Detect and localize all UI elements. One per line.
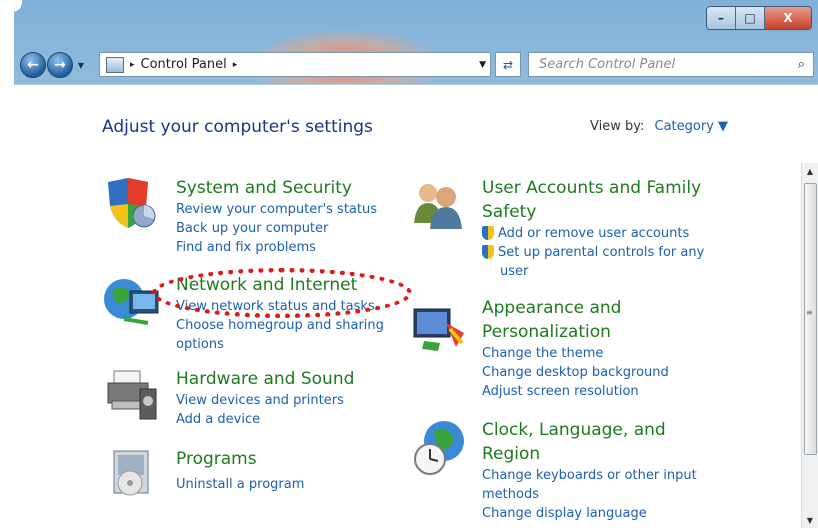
display-language-link[interactable]: Change display language (482, 504, 697, 523)
review-status-link[interactable]: Review your computer's status (176, 200, 377, 219)
control-panel-icon (106, 56, 124, 73)
devices-printers-link[interactable]: View devices and printers (176, 391, 354, 410)
hardware-sound-category: Hardware and Sound View devices and prin… (176, 367, 354, 429)
parental-controls-link[interactable]: Set up parental controls for any (482, 243, 704, 262)
top-left-corner (0, 0, 22, 12)
minimize-button[interactable]: – (707, 7, 736, 29)
change-theme-link[interactable]: Change the theme (482, 344, 669, 363)
left-edge (0, 0, 14, 528)
user-accounts-title[interactable]: User Accounts and Family (482, 176, 704, 200)
desktop-background-link[interactable]: Change desktop background (482, 363, 669, 382)
caption-buttons: – □ X (706, 6, 812, 30)
clock-language-category: Clock, Language, and Region Change keybo… (482, 418, 697, 523)
appearance-monitor-icon[interactable] (410, 303, 468, 359)
view-by-label: View by: (590, 119, 645, 134)
user-accounts-category: User Accounts and Family Safety Add or r… (482, 176, 704, 281)
add-device-link[interactable]: Add a device (176, 410, 354, 429)
shield-icon[interactable] (102, 176, 158, 232)
address-dropdown-icon[interactable]: ▼ (479, 60, 486, 70)
refresh-icon: ⇄ (502, 57, 514, 72)
hardware-sound-title[interactable]: Hardware and Sound (176, 367, 354, 391)
homegroup-sharing-link-continued[interactable]: options (176, 335, 384, 354)
forward-button[interactable]: → (47, 52, 73, 78)
view-by-value[interactable]: Category (655, 119, 714, 134)
change-keyboards-link-continued[interactable]: methods (482, 485, 697, 504)
refresh-button[interactable]: ⇄ (495, 52, 521, 77)
view-by-dropdown[interactable]: Category ▼ (655, 119, 729, 134)
system-security-category: System and Security Review your computer… (176, 176, 377, 257)
parental-controls-text[interactable]: Set up parental controls for any (498, 243, 704, 262)
maximize-button[interactable]: □ (736, 7, 765, 29)
view-by: View by: Category ▼ (590, 119, 728, 134)
appearance-category: Appearance and Personalization Change th… (482, 296, 669, 401)
back-up-link[interactable]: Back up your computer (176, 219, 377, 238)
close-button[interactable]: X (765, 7, 811, 29)
red-dotted-highlight (152, 268, 412, 318)
scroll-up-icon[interactable]: ▲ (802, 167, 818, 176)
scroll-down-icon[interactable]: ▼ (802, 516, 818, 525)
programs-box-icon[interactable] (108, 445, 158, 501)
users-icon[interactable] (410, 177, 464, 231)
change-keyboards-link[interactable]: Change keyboards or other input (482, 466, 697, 485)
back-button[interactable]: ← (20, 52, 46, 78)
programs-category: Programs Uninstall a program (176, 447, 304, 494)
chevron-down-icon[interactable]: ▼ (718, 119, 728, 134)
appearance-title-line2[interactable]: Personalization (482, 320, 669, 344)
clock-language-title[interactable]: Clock, Language, and (482, 418, 697, 442)
page-title: Adjust your computer's settings (102, 117, 373, 137)
clock-globe-icon[interactable] (410, 419, 468, 479)
search-box[interactable]: Search Control Panel ⌕ (528, 52, 814, 77)
network-globe-icon[interactable] (102, 273, 162, 329)
navigation-buttons: ← → ▼ (20, 52, 86, 78)
breadcrumb-separator-icon[interactable]: ▸ (130, 60, 135, 70)
vertical-scrollbar[interactable]: ▲ ≡ ▼ (801, 163, 818, 528)
scroll-grip-icon: ≡ (806, 308, 813, 317)
search-input[interactable]: Search Control Panel (539, 57, 798, 72)
user-accounts-title-line2[interactable]: Safety (482, 200, 704, 224)
system-security-title[interactable]: System and Security (176, 176, 377, 200)
screen-resolution-link[interactable]: Adjust screen resolution (482, 382, 669, 401)
recent-pages-dropdown[interactable]: ▼ (76, 61, 86, 70)
clock-language-title-line2[interactable]: Region (482, 442, 697, 466)
printer-icon[interactable] (104, 367, 160, 423)
appearance-title[interactable]: Appearance and (482, 296, 669, 320)
search-icon[interactable]: ⌕ (798, 57, 805, 72)
add-remove-accounts-link[interactable]: Add or remove user accounts (482, 224, 704, 243)
uac-shield-icon (482, 245, 494, 259)
find-fix-problems-link[interactable]: Find and fix problems (176, 238, 377, 257)
uninstall-program-link[interactable]: Uninstall a program (176, 475, 304, 494)
scroll-thumb[interactable] (804, 183, 817, 455)
breadcrumb-chevron-icon[interactable]: ▸ (233, 60, 238, 70)
uac-shield-icon (482, 226, 494, 240)
address-bar[interactable]: ▸ Control Panel ▸ ▼ (99, 52, 491, 77)
homegroup-sharing-link[interactable]: Choose homegroup and sharing (176, 316, 384, 335)
breadcrumb-control-panel[interactable]: Control Panel (141, 57, 227, 72)
add-remove-accounts-text[interactable]: Add or remove user accounts (498, 224, 689, 243)
programs-title[interactable]: Programs (176, 447, 304, 471)
window-frame: – □ X ← → ▼ ▸ Control Panel ▸ ▼ ⇄ Search… (0, 0, 818, 528)
main-content: Adjust your computer's settings View by:… (14, 84, 818, 528)
parental-controls-link-continued[interactable]: user (482, 262, 704, 281)
